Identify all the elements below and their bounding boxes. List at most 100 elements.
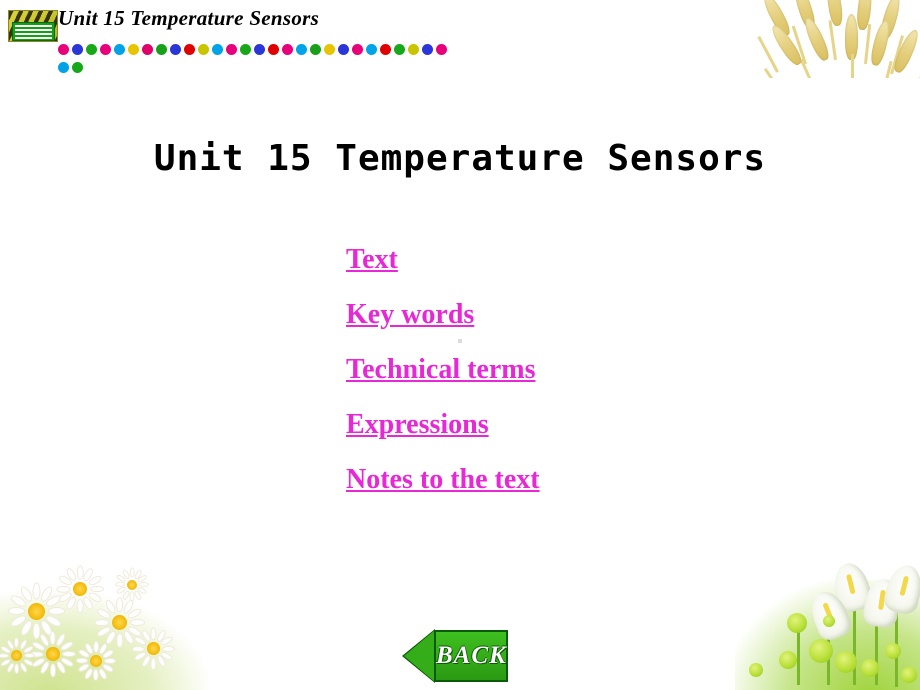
decorative-dot — [58, 62, 69, 73]
decorative-dot — [338, 44, 349, 55]
header-title: Unit 15 Temperature Sensors — [58, 6, 320, 30]
daisy-center — [27, 602, 45, 620]
green-pompom-flower — [901, 667, 917, 683]
decorative-dot — [170, 44, 181, 55]
calla-lily — [881, 561, 920, 617]
decorative-dot — [366, 44, 377, 55]
decorative-dot — [268, 44, 279, 55]
daisy-petal — [150, 627, 157, 640]
wheat-stalk — [864, 24, 872, 65]
daisy-flower — [76, 641, 117, 682]
green-pompom-flower — [823, 615, 835, 627]
navigation-link-list: Text Key words Technical terms Expressio… — [346, 232, 746, 507]
daisy-flower — [114, 567, 149, 602]
decorative-dot — [72, 44, 83, 55]
link-notes-to-the-text[interactable]: Notes to the text — [346, 452, 540, 507]
decorative-dot — [310, 44, 321, 55]
link-expressions[interactable]: Expressions — [346, 397, 489, 452]
slide: Unit 15 Temperature Sensors Unit 15 Temp… — [0, 0, 920, 690]
wheat-ear — [801, 15, 832, 63]
daisy-center — [11, 650, 23, 662]
decorative-dot — [436, 44, 447, 55]
decorative-dot — [184, 44, 195, 55]
back-button-label: BACK — [436, 642, 507, 669]
wheat-decoration — [750, 0, 920, 78]
daisy-petal — [55, 585, 71, 593]
decorative-dot — [128, 44, 139, 55]
left-arrow-icon — [404, 630, 435, 682]
link-text[interactable]: Text — [346, 232, 398, 287]
calla-spadix — [899, 575, 910, 597]
daisy-petal — [32, 582, 40, 600]
daisy-petal — [76, 598, 84, 614]
link-technical-terms[interactable]: Technical terms — [346, 342, 536, 397]
calla-lily-flowers — [735, 555, 920, 690]
green-pompom-flower — [779, 651, 797, 669]
decorative-dot — [198, 44, 209, 55]
daisy-flower — [0, 637, 36, 675]
decorative-dot — [282, 44, 293, 55]
daisy-petal — [14, 663, 20, 675]
wheat-stalk — [828, 20, 837, 61]
decorative-dot — [352, 44, 363, 55]
daisy-center — [72, 581, 88, 597]
daisy-petal — [0, 653, 10, 659]
daisy-center — [90, 655, 103, 668]
daisy-petal — [129, 618, 146, 626]
daisy-flower — [30, 630, 76, 677]
decorative-dot — [142, 44, 153, 55]
daisy-petal — [7, 607, 25, 615]
wheat-stalk — [757, 35, 779, 73]
daisy-petal — [93, 618, 110, 626]
decorative-dot — [114, 44, 125, 55]
decorative-dot — [324, 44, 335, 55]
decorative-dot — [226, 44, 237, 55]
wheat-stalk — [851, 54, 854, 78]
daisy-petal — [129, 567, 134, 578]
decorative-dot-row — [58, 44, 458, 73]
daisy-center — [126, 579, 137, 590]
decorative-dot — [380, 44, 391, 55]
green-pompom-flower — [809, 639, 833, 663]
decorative-dot — [240, 44, 251, 55]
page-title: Unit 15 Temperature Sensors — [153, 138, 767, 179]
stray-artifact-dot — [458, 339, 462, 343]
decorative-dot — [86, 44, 97, 55]
decorative-dot — [422, 44, 433, 55]
calla-stem — [797, 625, 800, 685]
daisy-center — [111, 614, 128, 631]
decorative-dot — [212, 44, 223, 55]
film-strip-icon — [8, 10, 58, 42]
back-button[interactable]: BACK — [402, 629, 508, 683]
decorative-dot — [58, 44, 69, 55]
daisy-flower — [132, 627, 175, 670]
wheat-stalk — [799, 58, 819, 78]
link-key-words[interactable]: Key words — [346, 287, 474, 342]
daisy-center — [147, 642, 160, 655]
green-pompom-flower — [835, 651, 857, 673]
decorative-dot — [72, 62, 83, 73]
daisy-petal — [49, 662, 56, 677]
green-pompom-flower — [749, 663, 763, 677]
daisy-petal — [162, 645, 175, 652]
decorative-dot — [100, 44, 111, 55]
daisy-petal — [129, 591, 134, 602]
calla-spadix — [845, 573, 856, 595]
film-strip-green-box — [12, 22, 55, 41]
daisy-petal — [62, 650, 76, 657]
daisy-flower — [7, 582, 65, 640]
daisy-petal — [114, 582, 125, 587]
slide-header: Unit 15 Temperature Sensors — [0, 0, 920, 78]
green-pompom-flower — [885, 643, 901, 659]
decorative-dot — [408, 44, 419, 55]
daisy-flowers — [0, 555, 210, 690]
decorative-dot — [394, 44, 405, 55]
green-pompom-flower — [861, 659, 879, 677]
daisy-petal — [115, 632, 123, 649]
decorative-dot — [156, 44, 167, 55]
decorative-dot — [254, 44, 265, 55]
daisy-petal — [132, 645, 145, 652]
wheat-stalk — [906, 70, 920, 78]
decorative-dot — [296, 44, 307, 55]
green-pompom-flower — [787, 613, 807, 633]
